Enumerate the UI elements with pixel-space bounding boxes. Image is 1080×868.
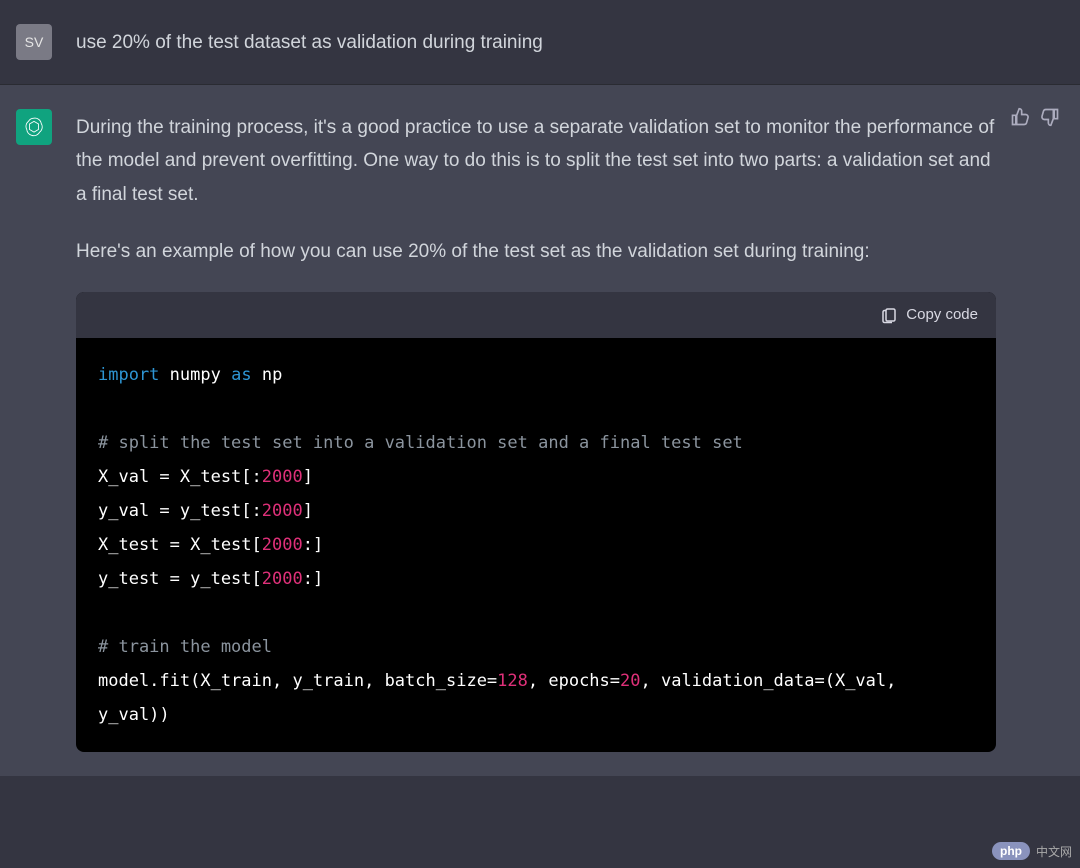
code-token-text: y_test = y_test[ xyxy=(98,569,262,589)
user-avatar: SV xyxy=(16,24,52,60)
thumbs-down-icon[interactable] xyxy=(1040,107,1060,127)
code-token-number: 128 xyxy=(497,671,528,691)
code-token-text: model.fit(X_train, y_train, batch_size= xyxy=(98,671,497,691)
code-token-text: :] xyxy=(303,569,323,589)
code-token-keyword: import xyxy=(98,365,159,385)
user-message-content: use 20% of the test dataset as validatio… xyxy=(76,24,996,60)
copy-code-label: Copy code xyxy=(906,302,978,328)
code-block-header: Copy code xyxy=(76,292,996,338)
watermark: php 中文网 xyxy=(992,842,1072,860)
code-token-text: X_val = X_test[: xyxy=(98,467,262,487)
thumbs-up-icon[interactable] xyxy=(1010,107,1030,127)
assistant-paragraph: Here's an example of how you can use 20%… xyxy=(76,235,996,268)
code-token-comment: # train the model xyxy=(98,637,272,657)
code-token-number: 2000 xyxy=(262,467,303,487)
code-token-module: np xyxy=(262,365,282,385)
assistant-message-content: During the training process, it's a good… xyxy=(76,109,996,752)
openai-logo-icon xyxy=(23,116,45,138)
code-content: import numpy as np # split the test set … xyxy=(76,338,996,752)
code-block: Copy code import numpy as np # split the… xyxy=(76,292,996,752)
php-badge: php xyxy=(992,842,1030,860)
copy-code-button[interactable]: Copy code xyxy=(880,302,978,328)
user-avatar-initials: SV xyxy=(25,34,44,50)
code-token-text: , epochs= xyxy=(528,671,620,691)
assistant-paragraph: During the training process, it's a good… xyxy=(76,111,996,211)
feedback-controls xyxy=(1010,107,1060,127)
code-token-text: ] xyxy=(303,501,313,521)
code-token-number: 2000 xyxy=(262,569,303,589)
watermark-text: 中文网 xyxy=(1036,843,1072,860)
assistant-message-row: During the training process, it's a good… xyxy=(0,85,1080,776)
code-token-text: ] xyxy=(303,467,313,487)
user-message-text: use 20% of the test dataset as validatio… xyxy=(76,32,543,53)
clipboard-icon xyxy=(880,306,898,324)
code-token-number: 2000 xyxy=(262,535,303,555)
code-token-text: :] xyxy=(303,535,323,555)
code-token-text: X_test = X_test[ xyxy=(98,535,262,555)
code-token-text: y_val = y_test[: xyxy=(98,501,262,521)
user-message-row: SV use 20% of the test dataset as valida… xyxy=(0,0,1080,85)
code-token-comment: # split the test set into a validation s… xyxy=(98,433,743,453)
assistant-avatar xyxy=(16,109,52,145)
code-token-number: 2000 xyxy=(262,501,303,521)
code-token-module: numpy xyxy=(170,365,221,385)
code-token-number: 20 xyxy=(620,671,640,691)
code-token-keyword: as xyxy=(231,365,251,385)
